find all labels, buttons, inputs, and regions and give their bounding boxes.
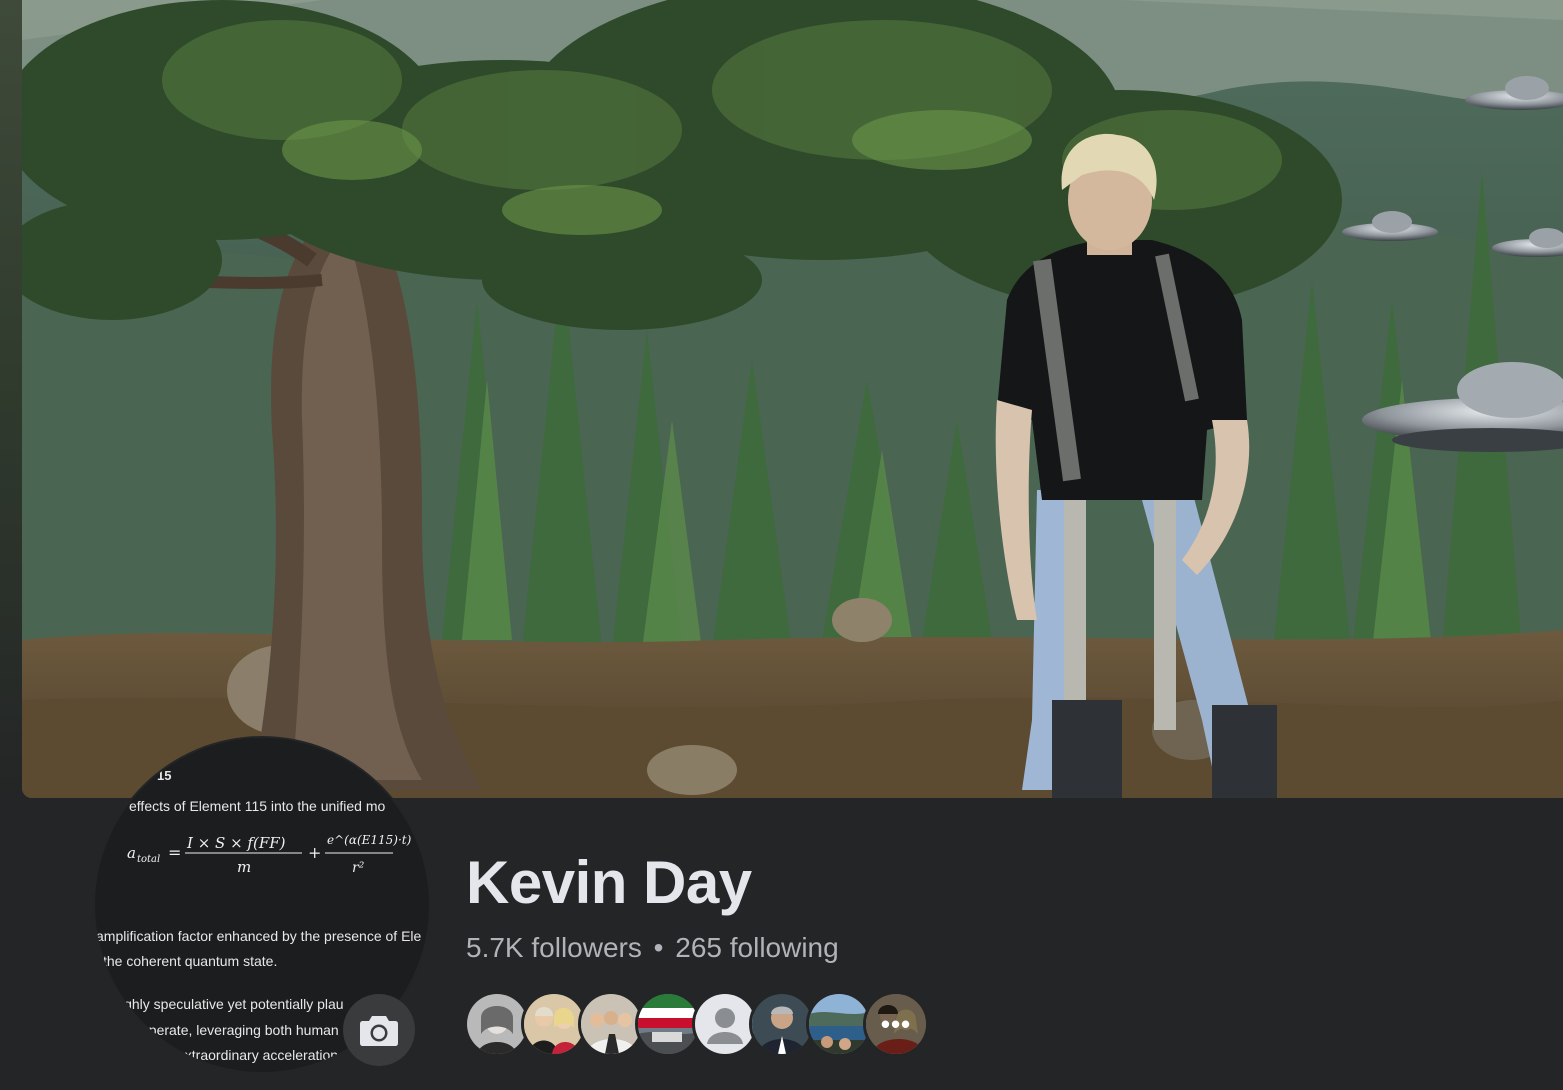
avatar-equation: a total = I × S × f(FF) m + e^(α(E115)·t… (127, 830, 427, 884)
equation-numerator-1: I × S × f(FF) (186, 834, 286, 852)
svg-text:+: + (308, 843, 321, 862)
update-profile-picture-button[interactable] (343, 994, 415, 1066)
avatar-text-line: the coherent quantum state. (103, 953, 278, 969)
profile-name: Kevin Day (466, 849, 752, 916)
avatar-text-line: operate, leveraging both human (141, 1022, 339, 1038)
equation-denominator-1: m (237, 858, 251, 876)
equation-numerator-2: e^(α(E115)·t) (327, 833, 412, 847)
avatar-text-line: extraordinary acceleration (177, 1047, 339, 1063)
profile-stats: 5.7K followers • 265 following (466, 932, 839, 964)
camera-icon (360, 1016, 398, 1046)
left-edge-strip (0, 0, 22, 800)
cover-photo[interactable] (22, 0, 1563, 798)
equation-denominator-2: r² (352, 860, 365, 876)
following-link[interactable]: 265 following (675, 932, 838, 963)
equation-lhs: a (127, 844, 136, 862)
avatar-text-line: amplification factor enhanced by the pre… (96, 928, 422, 944)
svg-text:=: = (168, 843, 181, 862)
avatar-text-line: effects of Element 115 into the unified … (129, 798, 386, 814)
avatar-text-line: ighly speculative yet potentially plau (121, 996, 344, 1012)
stats-separator: • (653, 932, 664, 963)
avatar-text-top: 15 (157, 768, 172, 783)
equation-sub: total (137, 854, 160, 865)
followers-link[interactable]: 5.7K followers (466, 932, 642, 963)
friend-avatar-see-more[interactable]: ••• (863, 991, 929, 1057)
more-dots-icon: ••• (866, 994, 926, 1054)
profile-page: 15 effects of Element 115 into the unifi… (0, 0, 1563, 1090)
